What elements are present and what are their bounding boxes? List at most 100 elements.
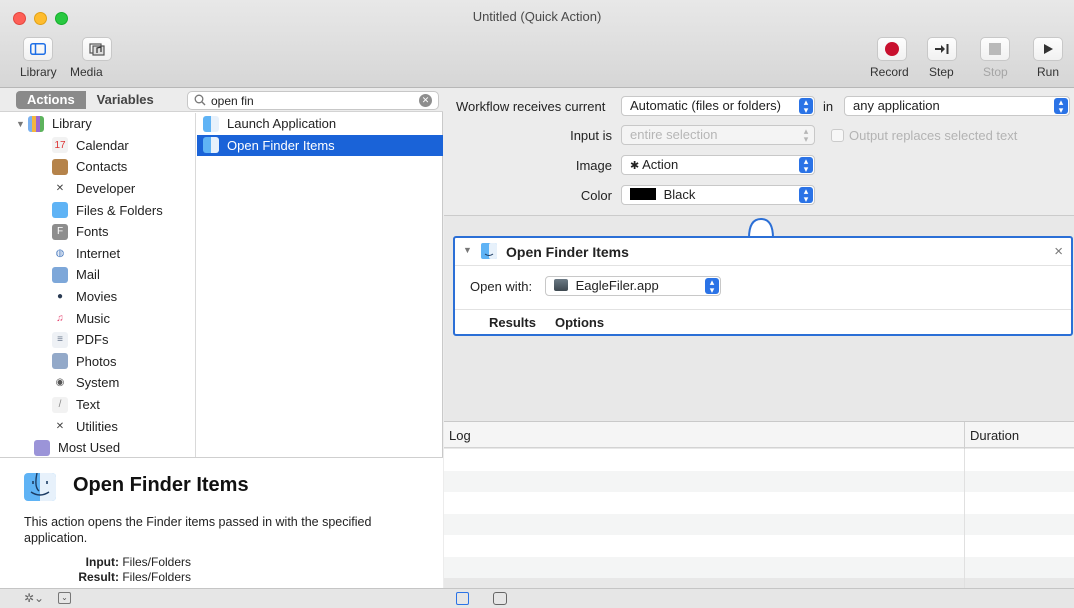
- movies-icon: ●: [56, 291, 64, 303]
- description-toggle-icon[interactable]: ⌄: [58, 592, 71, 604]
- category-label: Text: [76, 397, 100, 413]
- library-toggle-button[interactable]: [23, 37, 53, 61]
- category-item-developer[interactable]: ✕ Developer: [0, 178, 195, 200]
- stop-icon: [989, 43, 1001, 55]
- category-item-music[interactable]: ♫ Music: [0, 307, 195, 329]
- category-item-calendar[interactable]: 17 Calendar: [0, 135, 195, 157]
- category-item-text[interactable]: / Text: [0, 394, 195, 416]
- list-view-icon[interactable]: [456, 592, 469, 605]
- workflow-settings: Workflow receives current Automatic (fil…: [444, 88, 1074, 216]
- tab-options[interactable]: Options: [555, 315, 604, 330]
- category-item-files-folders[interactable]: Files & Folders: [0, 199, 195, 221]
- flow-view-icon[interactable]: [493, 592, 507, 605]
- log-row: [444, 513, 1074, 535]
- finder-icon: [203, 137, 219, 154]
- step-label: Step: [929, 65, 954, 79]
- step-icon: [935, 44, 949, 54]
- input-value: Files/Folders: [122, 555, 192, 569]
- library-label: Library: [20, 65, 57, 79]
- receives-value: Automatic (files or folders): [630, 98, 781, 113]
- category-label: Music: [76, 310, 110, 326]
- gear-menu-icon[interactable]: ✲⌄: [24, 591, 44, 605]
- result-value: Files/Folders: [122, 570, 192, 584]
- status-bar: ✲⌄ ⌄: [0, 588, 1074, 608]
- stop-button[interactable]: [980, 37, 1010, 61]
- duration-column-header[interactable]: Duration: [970, 428, 1019, 443]
- disclosure-open-icon[interactable]: ▼: [16, 119, 26, 129]
- color-popup[interactable]: Black ▴ ▾: [621, 185, 815, 205]
- application-popup[interactable]: any application ▴ ▾: [844, 96, 1070, 116]
- action-label: Open Finder Items: [227, 137, 335, 153]
- music-icon: ♫: [56, 312, 64, 324]
- category-item-contacts[interactable]: Contacts: [0, 156, 195, 178]
- description-title: Open Finder Items: [73, 474, 249, 496]
- category-item-photos[interactable]: Photos: [0, 351, 195, 373]
- color-swatch: [630, 188, 656, 200]
- media-button[interactable]: [82, 37, 112, 61]
- category-label: Fonts: [76, 224, 109, 240]
- category-item-movies[interactable]: ● Movies: [0, 286, 195, 308]
- action-item[interactable]: Open Finder Items: [197, 134, 443, 157]
- category-item-mail[interactable]: Mail: [0, 264, 195, 286]
- image-value: Action: [642, 157, 679, 172]
- action-card-title: Open Finder Items: [506, 244, 629, 260]
- output-replaces-label: Output replaces selected text: [849, 128, 1018, 143]
- workflow-pane: Workflow receives current Automatic (fil…: [444, 88, 1074, 588]
- search-icon: [194, 94, 206, 106]
- color-label: Color: [580, 188, 612, 203]
- finder-icon: [24, 473, 56, 501]
- action-item[interactable]: Launch Application: [197, 113, 443, 135]
- run-button[interactable]: [1033, 37, 1063, 61]
- mail-icon: [52, 266, 68, 283]
- tab-variables[interactable]: Variables: [86, 91, 165, 109]
- popup-arrows-icon: ▴ ▾: [799, 157, 813, 174]
- category-label: Calendar: [76, 137, 129, 153]
- library-search-field[interactable]: open fin ✕: [187, 91, 439, 110]
- action-card-tabs: Results Options: [455, 309, 1071, 334]
- popup-arrows-icon: ▴ ▾: [799, 187, 813, 204]
- close-action-icon[interactable]: ×: [1054, 243, 1063, 260]
- output-replaces-checkbox[interactable]: [831, 129, 844, 142]
- receives-popup[interactable]: Automatic (files or folders) ▴ ▾: [621, 96, 815, 116]
- utilities-icon: ✕: [55, 420, 65, 432]
- category-label: Developer: [76, 181, 136, 197]
- system-icon: ◉: [55, 377, 65, 389]
- clear-search-icon[interactable]: ✕: [419, 94, 432, 107]
- library-root-label: Library: [52, 116, 92, 132]
- category-label: Photos: [76, 353, 117, 369]
- log-column-header[interactable]: Log: [449, 428, 471, 443]
- library-root-row[interactable]: ▼ Library: [0, 113, 195, 135]
- category-item-utilities[interactable]: ✕ Utilities: [0, 415, 195, 437]
- action-list: Launch Application Open Finder Items: [197, 113, 443, 457]
- tab-actions[interactable]: Actions: [16, 91, 86, 109]
- category-item-system[interactable]: ◉ System: [0, 372, 195, 394]
- log-table: [444, 449, 1074, 588]
- category-item-fonts[interactable]: F Fonts: [0, 221, 195, 243]
- media-icon: [89, 43, 105, 56]
- category-label: Files & Folders: [76, 202, 163, 218]
- open-with-popup[interactable]: EagleFiler.app ▴ ▾: [545, 276, 721, 296]
- run-label: Run: [1037, 65, 1060, 79]
- internet-icon: ◍: [55, 247, 65, 259]
- step-button[interactable]: [927, 37, 957, 61]
- search-input[interactable]: open fin: [211, 94, 254, 108]
- category-item-pdfs[interactable]: ≡ PDFs: [0, 329, 195, 351]
- tab-results[interactable]: Results: [489, 315, 536, 330]
- column-divider[interactable]: [964, 422, 965, 449]
- action-card-header: ▼ Open Finder Items ×: [455, 238, 1071, 266]
- category-item-internet[interactable]: ◍ Internet: [0, 243, 195, 265]
- disclosure-open-icon[interactable]: ▼: [463, 245, 472, 255]
- image-popup[interactable]: ✱ Action ▴ ▾: [621, 155, 815, 175]
- finder-icon: [52, 202, 68, 219]
- input-is-popup[interactable]: entire selection ▴ ▾: [621, 125, 815, 145]
- library-segmented-control: Actions Variables: [16, 91, 165, 109]
- action-connector: [748, 217, 774, 238]
- open-with-label: Open with:: [470, 279, 533, 294]
- popup-arrows-icon: ▴ ▾: [705, 278, 719, 295]
- most-used-row[interactable]: Most Used: [0, 437, 195, 457]
- open-with-value: EagleFiler.app: [575, 278, 659, 293]
- category-label: Contacts: [76, 159, 128, 175]
- input-is-label: Input is: [570, 128, 612, 143]
- log-row: [444, 535, 1074, 557]
- record-button[interactable]: [877, 37, 907, 61]
